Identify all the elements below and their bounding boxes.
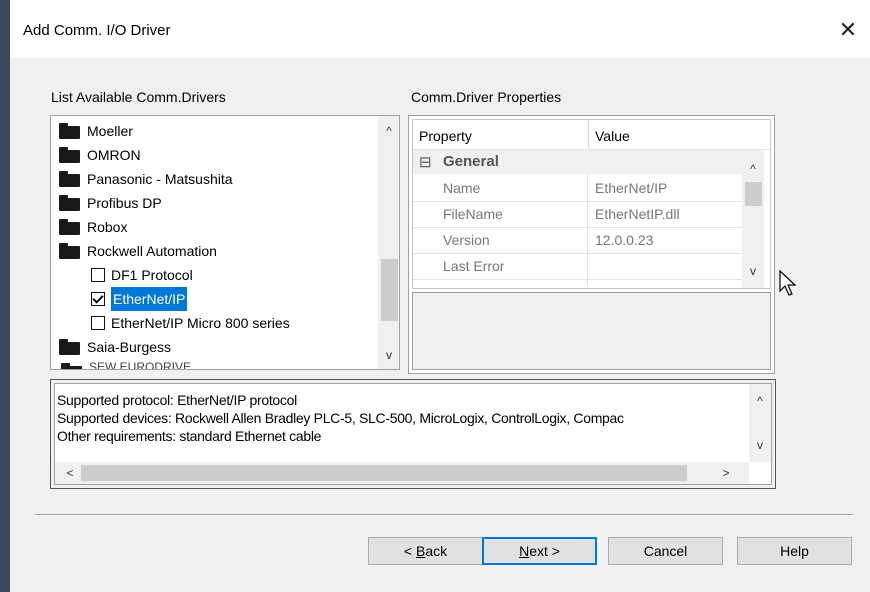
folder-icon [59,219,80,235]
tree-item-label: Panasonic - Matsushita [87,171,233,187]
mouse-cursor-icon [779,270,797,296]
scroll-up-icon[interactable]: ^ [378,120,399,142]
collapse-icon[interactable]: ⊟ [419,153,432,171]
scroll-right-icon[interactable]: > [715,462,737,484]
folder-icon [59,339,80,355]
value-column-header[interactable]: Value [595,128,630,144]
property-name[interactable]: Version [443,227,490,253]
description-line: Supported protocol: EtherNet/IP protocol [57,392,297,408]
scroll-up-icon[interactable]: ^ [742,158,764,180]
property-value[interactable]: 12.0.0.23 [595,227,653,253]
tree-item-label: EtherNet/IP [111,287,188,311]
description-line: Supported devices: Rockwell Allen Bradle… [57,410,624,426]
property-name[interactable]: FileName [443,201,503,227]
add-comm-io-driver-dialog: Add Comm. I/O Driver ✕ List Available Co… [10,0,870,592]
scroll-down-icon[interactable]: v [378,344,399,366]
checkbox[interactable] [91,268,105,282]
description-text: Supported protocol: EtherNet/IP protocol… [57,391,743,445]
property-name[interactable]: Name [443,175,480,201]
properties-panel: Property Value ⊟ General Name EtherNet/IP… [408,115,775,374]
next-button[interactable]: Next > [482,537,597,565]
folder-icon [59,243,80,259]
property-column-header[interactable]: Property [419,128,472,144]
scroll-left-icon[interactable]: < [59,462,81,484]
property-help-area [412,292,771,370]
close-icon[interactable]: ✕ [828,14,868,46]
cancel-button[interactable]: Cancel [608,537,723,565]
value-divider [587,174,588,286]
property-grid[interactable]: Property Value ⊟ General Name EtherNet/IP… [412,119,771,289]
scroll-thumb[interactable] [81,465,687,481]
properties-label: Comm.Driver Properties [411,89,562,105]
description-frame: Supported protocol: EtherNet/IP protocol… [50,379,776,489]
property-name[interactable]: Last Error [443,253,504,279]
group-label: General [443,153,499,170]
description-vertical-scrollbar[interactable]: ^ v [749,384,771,462]
scroll-up-icon[interactable]: ^ [749,390,771,412]
property-value[interactable]: EtherNetIP.dll [595,201,680,227]
folder-icon [59,171,80,187]
scroll-down-icon[interactable]: v [742,260,764,282]
drivers-list-label: List Available Comm.Drivers [51,89,226,105]
tree-item-label: OMRON [87,147,141,163]
scroll-thumb[interactable] [381,259,398,321]
tree-item-label: EtherNet/IP Micro 800 series [111,315,290,331]
back-button[interactable]: < Back [368,537,483,565]
property-value[interactable]: EtherNet/IP [595,175,667,201]
row-divider [413,279,742,280]
scroll-down-icon[interactable]: v [749,434,771,456]
scroll-thumb[interactable] [745,182,762,206]
help-button[interactable]: Help [737,537,852,565]
properties-vertical-scrollbar[interactable]: ^ v [742,150,764,288]
description-line: Other requirements: standard Ethernet ca… [57,428,322,444]
drivers-tree[interactable]: Moeller OMRON Panasonic - Matsushita Profib… [50,115,400,370]
checkbox[interactable] [91,316,105,330]
description-horizontal-scrollbar[interactable]: < > [55,462,749,484]
tree-item-label: Robox [87,219,128,235]
tree-item-label: DF1 Protocol [111,267,193,283]
checkbox[interactable] [91,292,105,306]
tree-item-label: Profibus DP [87,195,162,211]
separator-highlight [35,515,853,516]
folder-icon [59,195,80,211]
tree-item-label: Rockwell Automation [87,243,217,259]
group-row-general[interactable]: ⊟ General [413,150,742,174]
folder-icon [59,123,80,139]
folder-icon [59,147,80,163]
drivers-vertical-scrollbar[interactable]: ^ v [378,116,399,369]
tree-item-label: Moeller [87,123,133,139]
description-box[interactable]: Supported protocol: EtherNet/IP protocol… [54,383,772,485]
folder-icon [61,363,82,369]
column-divider [588,120,589,148]
window-title: Add Comm. I/O Driver [23,22,171,39]
title-bar: Add Comm. I/O Driver ✕ [10,0,870,58]
